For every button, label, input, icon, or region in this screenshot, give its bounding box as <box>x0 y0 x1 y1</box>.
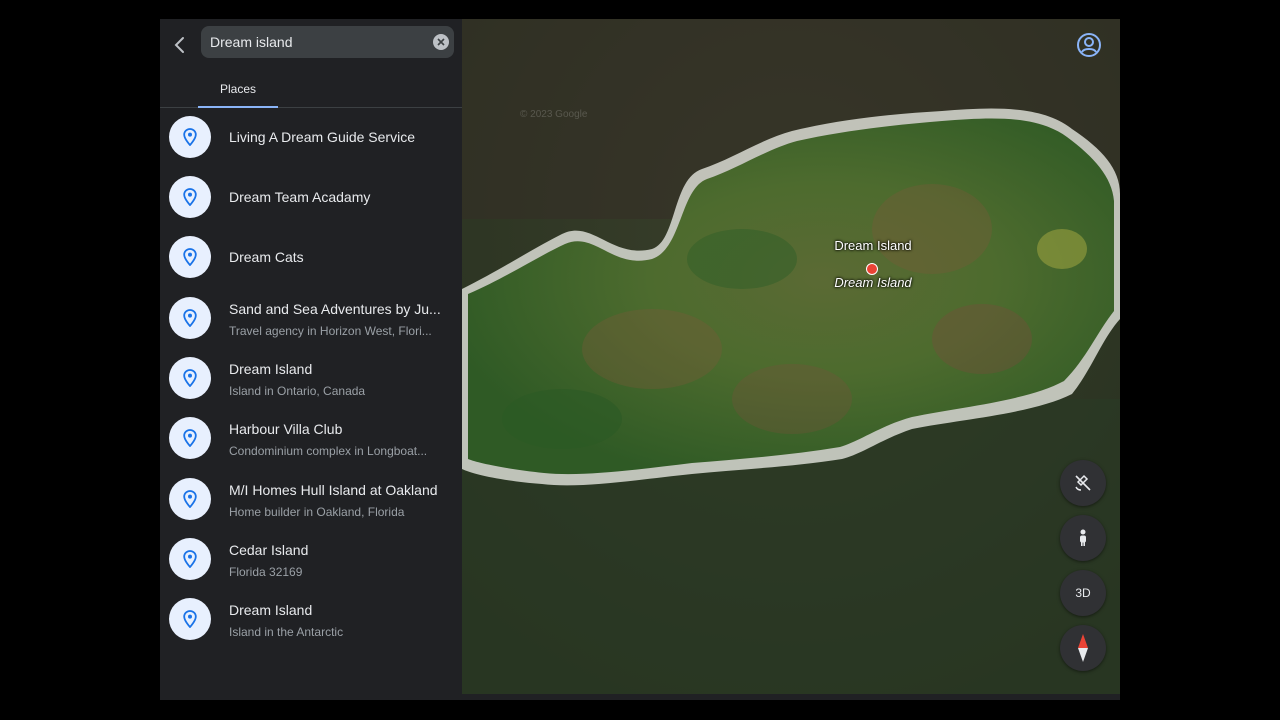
result-subtitle: Home builder in Oakland, Florida <box>229 505 405 519</box>
location-pin-icon <box>183 309 197 327</box>
result-title: Dream Island <box>229 361 313 377</box>
close-icon <box>437 38 445 46</box>
result-subtitle: Florida 32169 <box>229 565 303 579</box>
place-label-italic[interactable]: Dream Island <box>808 275 938 290</box>
satellite-off-icon <box>1075 474 1091 491</box>
result-item[interactable]: Cedar Island Florida 32169 <box>160 529 462 589</box>
location-pin-icon <box>183 188 197 206</box>
result-item[interactable]: Dream Cats <box>160 227 462 287</box>
result-pin-badge <box>169 417 211 459</box>
result-title: Harbour Villa Club <box>229 421 343 437</box>
compass-button[interactable] <box>1060 625 1106 671</box>
result-item[interactable]: Sand and Sea Adventures by Ju... Travel … <box>160 288 462 348</box>
3d-label: 3D <box>1075 586 1091 600</box>
result-pin-badge <box>169 236 211 278</box>
results-tabs: Places <box>160 71 462 108</box>
tab-places[interactable]: Places <box>198 71 278 106</box>
result-subtitle: Island in Ontario, Canada <box>229 384 366 398</box>
satellite-imagery <box>462 19 1120 694</box>
result-pin-badge <box>169 357 211 399</box>
result-item[interactable]: Living A Dream Guide Service <box>160 107 462 167</box>
place-marker[interactable] <box>866 263 878 275</box>
location-pin-icon <box>183 248 197 266</box>
search-input[interactable] <box>210 26 430 58</box>
result-item[interactable]: Dream Island Island in the Antarctic <box>160 589 462 649</box>
imagery-toggle-button[interactable] <box>1060 460 1106 506</box>
location-pin-icon <box>183 490 197 508</box>
search-box <box>201 26 454 58</box>
clear-search-button[interactable] <box>433 34 449 50</box>
result-pin-badge <box>169 297 211 339</box>
compass-icon <box>1078 634 1088 662</box>
result-subtitle: Travel agency in Horizon West, Flori... <box>229 324 432 338</box>
result-item[interactable]: Harbour Villa Club Condominium complex i… <box>160 408 462 468</box>
result-subtitle: Island in the Antarctic <box>229 625 344 639</box>
location-pin-icon <box>183 128 197 146</box>
satellite-map[interactable]: © 2023 Google Dream Island Dream Island … <box>462 19 1120 694</box>
pegman-icon <box>1080 529 1086 546</box>
result-pin-badge <box>169 538 211 580</box>
result-title: M/I Homes Hull Island at Oakland <box>229 482 438 498</box>
map-bottom-edge <box>462 694 1120 700</box>
search-panel: Places Living A Dream Guide Service Drea… <box>160 19 462 700</box>
result-title: Living A Dream Guide Service <box>229 129 415 145</box>
result-title: Dream Island <box>229 602 313 618</box>
location-pin-icon <box>183 610 197 628</box>
result-title: Dream Cats <box>229 249 304 265</box>
google-earth-app: Places Living A Dream Guide Service Drea… <box>160 19 1120 700</box>
result-item[interactable]: Dream Team Acadamy <box>160 167 462 227</box>
result-item[interactable]: M/I Homes Hull Island at Oakland Home bu… <box>160 469 462 529</box>
result-pin-badge <box>169 478 211 520</box>
place-label[interactable]: Dream Island <box>808 238 938 253</box>
result-title: Sand and Sea Adventures by Ju... <box>229 301 441 317</box>
result-subtitle: Condominium complex in Longboat... <box>229 444 428 458</box>
result-pin-badge <box>169 116 211 158</box>
result-pin-badge <box>169 598 211 640</box>
3d-toggle-button[interactable]: 3D <box>1060 570 1106 616</box>
location-pin-icon <box>183 369 197 387</box>
back-button[interactable] <box>166 31 194 59</box>
location-pin-icon <box>183 429 197 447</box>
chevron-left-icon <box>174 37 184 53</box>
result-pin-badge <box>169 176 211 218</box>
account-circle-icon <box>1077 33 1101 57</box>
result-title: Cedar Island <box>229 542 309 558</box>
street-view-button[interactable] <box>1060 515 1106 561</box>
location-pin-icon <box>183 550 197 568</box>
result-title: Dream Team Acadamy <box>229 189 371 205</box>
result-item[interactable]: Dream Island Island in Ontario, Canada <box>160 348 462 408</box>
map-watermark: © 2023 Google <box>520 109 588 120</box>
account-button[interactable] <box>1076 32 1102 58</box>
